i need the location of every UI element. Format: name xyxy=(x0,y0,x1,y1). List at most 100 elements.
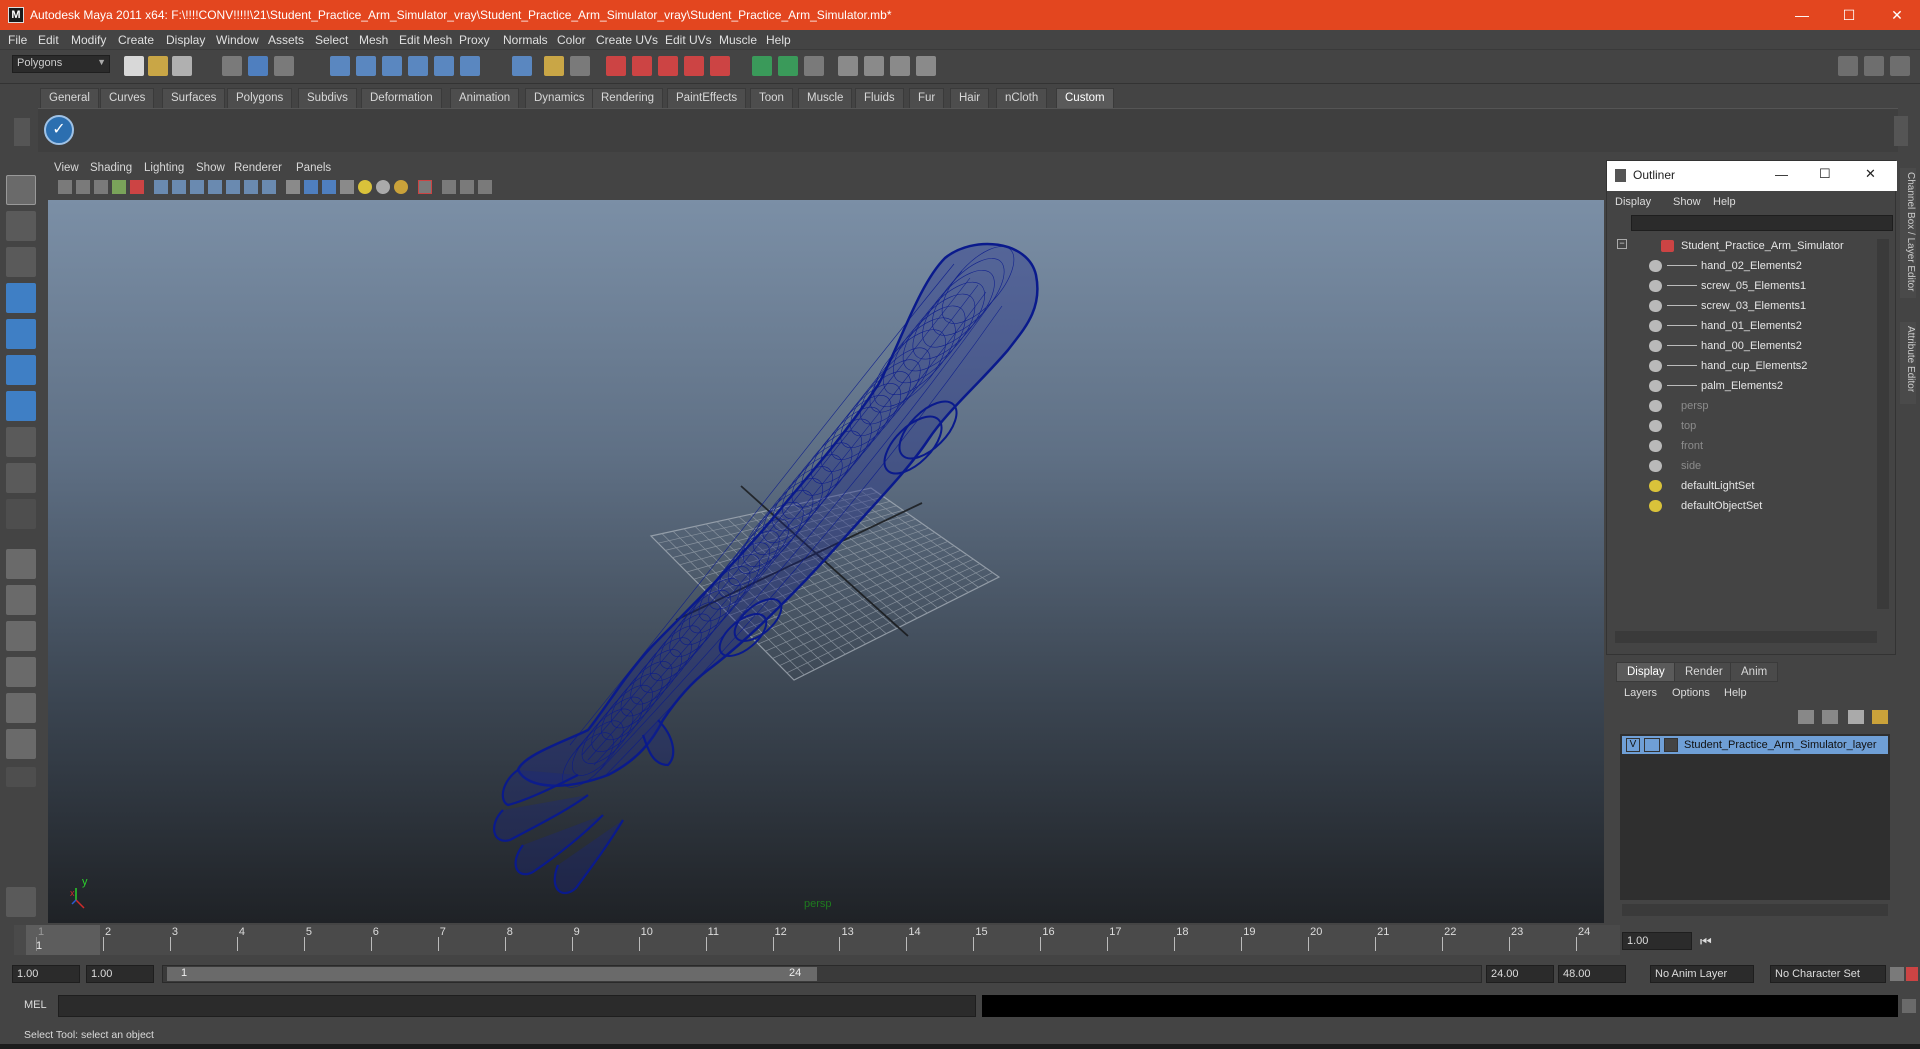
wireframe-on-shaded-icon[interactable] xyxy=(322,180,336,194)
channel-box-side-tab[interactable]: Channel Box / Layer Editor xyxy=(1900,168,1916,298)
menu-edit-uvs[interactable]: Edit UVs xyxy=(665,33,712,47)
shelf-tab-hair[interactable]: Hair xyxy=(950,88,990,108)
muscle-tool-icon[interactable] xyxy=(6,887,36,917)
menu-edit-mesh[interactable]: Edit Mesh xyxy=(399,33,452,47)
menu-modify[interactable]: Modify xyxy=(71,33,106,47)
save-scene-icon[interactable] xyxy=(172,56,192,76)
go-to-start-icon[interactable]: ⏮ xyxy=(1700,934,1724,949)
outliner-item[interactable]: hand_02_Elements2 xyxy=(1607,257,1867,275)
scale-tool-icon[interactable] xyxy=(6,355,36,385)
render-current-icon[interactable] xyxy=(606,56,626,76)
snap-plane-icon[interactable] xyxy=(408,56,428,76)
snap-grid-icon[interactable] xyxy=(330,56,350,76)
new-layer-selected-icon[interactable] xyxy=(1822,710,1838,724)
menu-muscle[interactable]: Muscle xyxy=(719,33,757,47)
soft-mod-tool-icon[interactable] xyxy=(6,427,36,457)
sidebar-toggle-icon[interactable] xyxy=(804,56,824,76)
menu-edit[interactable]: Edit xyxy=(38,33,59,47)
snap-view-icon[interactable] xyxy=(460,56,480,76)
shelf-tab-muscle[interactable]: Muscle xyxy=(798,88,853,108)
wireframe-icon[interactable] xyxy=(286,180,300,194)
shelf-tab-animation[interactable]: Animation xyxy=(450,88,520,108)
outliner-menu-help[interactable]: Help xyxy=(1713,196,1736,208)
move-tool-icon[interactable] xyxy=(6,283,36,313)
panel-menu-panels[interactable]: Panels xyxy=(296,162,331,174)
menu-file[interactable]: File xyxy=(8,33,27,47)
time-slider[interactable]: 123456789101112131415161718192021222324 … xyxy=(14,925,1620,955)
select-component-icon[interactable] xyxy=(274,56,294,76)
outliner-item[interactable]: palm_Elements2 xyxy=(1607,377,1867,395)
outliner-item[interactable]: hand_cup_Elements2 xyxy=(1607,357,1867,375)
gate-mask-icon[interactable] xyxy=(208,180,222,194)
range-slider[interactable]: 1 24 xyxy=(162,965,1482,983)
single-perspective-layout-icon[interactable] xyxy=(6,549,36,579)
maya-app-icon[interactable]: M xyxy=(8,7,24,23)
select-hierarchy-icon[interactable] xyxy=(222,56,242,76)
perspective-viewport[interactable]: y x persp xyxy=(48,200,1604,923)
menu-create-uvs[interactable]: Create UVs xyxy=(596,33,658,47)
xray-joints-icon[interactable] xyxy=(460,180,474,194)
end-time-field[interactable]: 48.00 xyxy=(1558,965,1626,983)
help-icon[interactable] xyxy=(512,56,532,76)
select-object-icon[interactable] xyxy=(248,56,268,76)
shelf-scroll-icon[interactable] xyxy=(1894,116,1908,146)
shelf-tab-ncloth[interactable]: nCloth xyxy=(996,88,1048,108)
shelf-tab-curves[interactable]: Curves xyxy=(100,88,155,108)
layer-menu-options[interactable]: Options xyxy=(1672,687,1710,699)
command-input[interactable] xyxy=(58,995,976,1017)
safe-title-icon[interactable] xyxy=(262,180,276,194)
panel-menu-shading[interactable]: Shading xyxy=(90,162,132,174)
shelf-tab-rendering[interactable]: Rendering xyxy=(592,88,664,108)
construction-history-icon[interactable] xyxy=(570,56,590,76)
smooth-shade-icon[interactable] xyxy=(304,180,318,194)
outliner-vertical-scrollbar[interactable] xyxy=(1877,239,1889,609)
select-tool-icon[interactable] xyxy=(6,175,36,205)
layer-name[interactable]: Student_Practice_Arm_Simulator_layer xyxy=(1684,739,1877,751)
input-line-icon[interactable] xyxy=(752,56,772,76)
lock-icon[interactable] xyxy=(544,56,564,76)
menu-proxy[interactable]: Proxy xyxy=(459,33,490,47)
panel-menu-view[interactable]: View xyxy=(54,162,79,174)
manipulator-tool-icon[interactable] xyxy=(6,391,36,421)
command-language-label[interactable]: MEL xyxy=(24,999,47,1011)
render-settings-icon[interactable] xyxy=(658,56,678,76)
shelf-tab-fur[interactable]: Fur xyxy=(909,88,945,108)
shelf-tab-painteffects[interactable]: PaintEffects xyxy=(667,88,747,108)
outliner-filter-input[interactable] xyxy=(1631,215,1893,231)
outliner-menu-show[interactable]: Show xyxy=(1673,196,1701,208)
field-chart-icon[interactable] xyxy=(226,180,240,194)
xray-components-icon[interactable] xyxy=(478,180,492,194)
layer-tab-display[interactable]: Display xyxy=(1616,662,1676,682)
menu-window[interactable]: Window xyxy=(216,33,259,47)
shelf-tab-subdivs[interactable]: Subdivs xyxy=(298,88,357,108)
safe-action-icon[interactable] xyxy=(244,180,258,194)
layer-horizontal-scrollbar[interactable] xyxy=(1622,904,1888,916)
outliner-item[interactable]: front xyxy=(1607,437,1867,455)
use-all-lights-icon[interactable] xyxy=(358,180,372,194)
rename-icon[interactable] xyxy=(778,56,798,76)
render-view-icon[interactable] xyxy=(710,56,730,76)
menu-normals[interactable]: Normals xyxy=(503,33,548,47)
hypershade-icon[interactable] xyxy=(684,56,704,76)
layer-tab-anim[interactable]: Anim xyxy=(1730,662,1779,682)
shelf-tab-toon[interactable]: Toon xyxy=(750,88,793,108)
menu-assets[interactable]: Assets xyxy=(268,33,304,47)
outliner-item[interactable]: hand_01_Elements2 xyxy=(1607,317,1867,335)
channel-box-toggle-icon[interactable] xyxy=(1890,56,1910,76)
shelf-tab-surfaces[interactable]: Surfaces xyxy=(162,88,226,108)
layout-more-icon[interactable] xyxy=(6,767,36,787)
outliner-minimize-button[interactable]: — xyxy=(1775,167,1788,182)
shelf-tab-deformation[interactable]: Deformation xyxy=(361,88,442,108)
snap-live-icon[interactable] xyxy=(434,56,454,76)
panel-menu-lighting[interactable]: Lighting xyxy=(144,162,184,174)
empty-layer-icon[interactable] xyxy=(1848,710,1864,724)
camera-attributes-icon[interactable] xyxy=(76,180,90,194)
layout-icon[interactable] xyxy=(890,56,910,76)
current-time-field[interactable]: 1.00 xyxy=(1622,932,1692,950)
menu-create[interactable]: Create xyxy=(118,33,154,47)
open-scene-icon[interactable] xyxy=(148,56,168,76)
outliner-close-button[interactable]: ✕ xyxy=(1865,166,1876,182)
two-d-pan-icon[interactable] xyxy=(130,180,144,194)
close-button[interactable]: ✕ xyxy=(1874,0,1920,30)
ipr-render-icon[interactable] xyxy=(632,56,652,76)
